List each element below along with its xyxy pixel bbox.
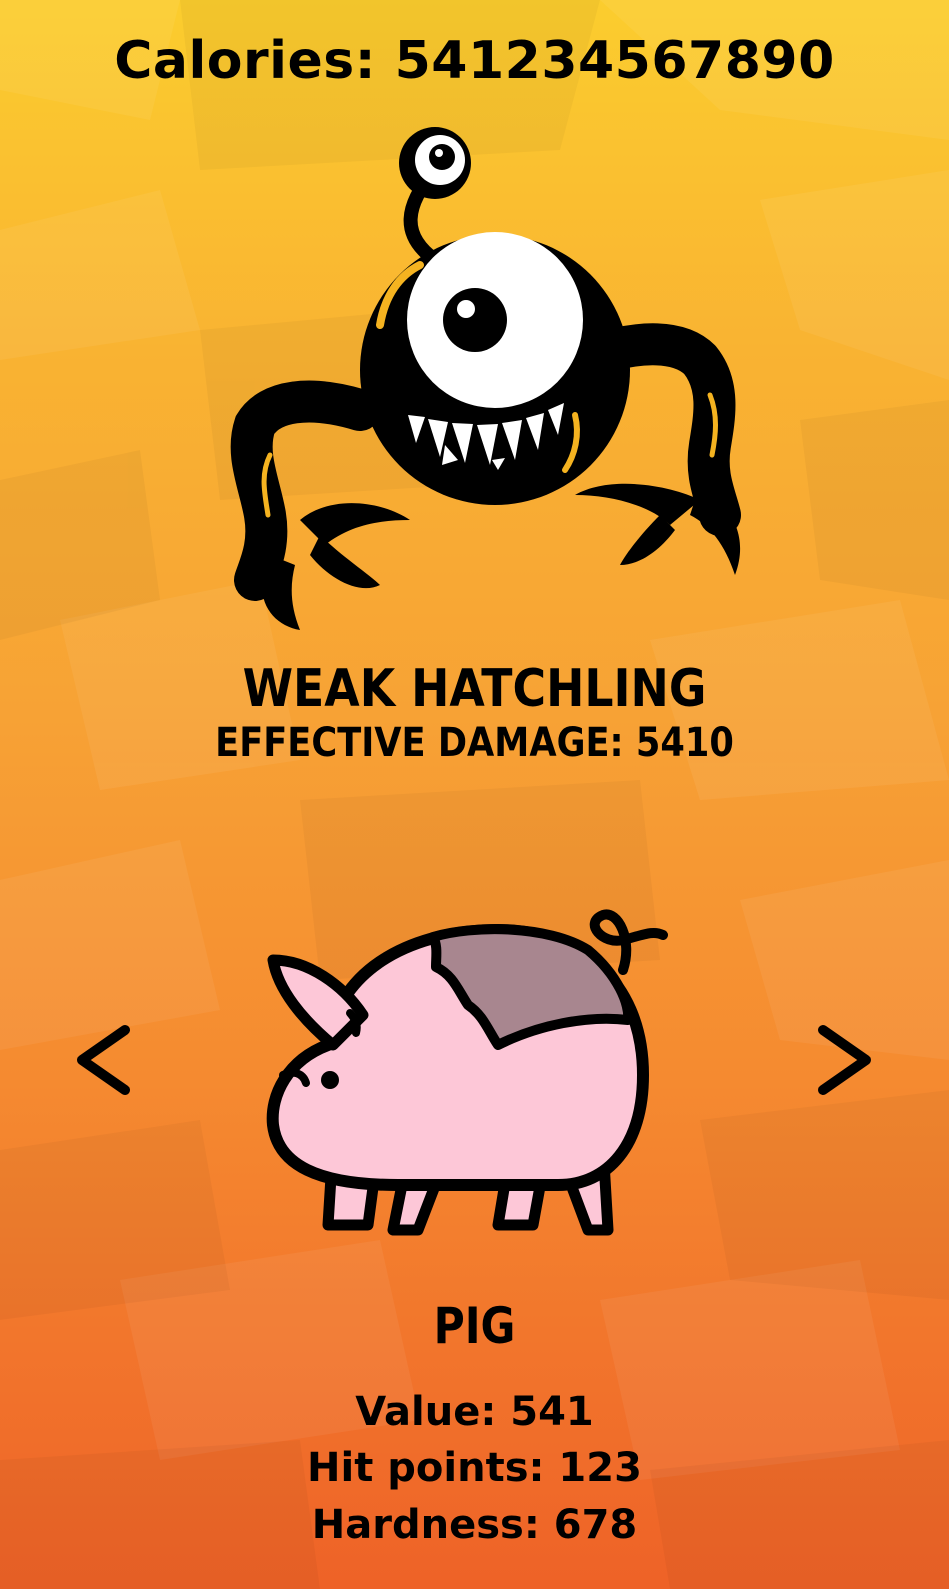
food-hit-points: Hit points: 123 (307, 1445, 642, 1491)
chevron-left-icon (77, 1025, 130, 1095)
chevron-right-icon (818, 1025, 871, 1095)
food-value: Value: 541 (355, 1389, 594, 1435)
monster-name: WEAK HATCHLING (242, 659, 707, 719)
food-name: PIG (433, 1297, 516, 1355)
monster-icon (230, 125, 770, 635)
pig-icon (258, 895, 688, 1250)
food-hardness: Hardness: 678 (311, 1502, 638, 1548)
monster-effective-damage: EFFECTIVE DAMAGE: 5410 (215, 720, 734, 766)
next-food-button[interactable] (808, 1020, 878, 1100)
previous-food-button[interactable] (70, 1020, 140, 1100)
calories-counter: Calories: 541234567890 (114, 31, 835, 91)
